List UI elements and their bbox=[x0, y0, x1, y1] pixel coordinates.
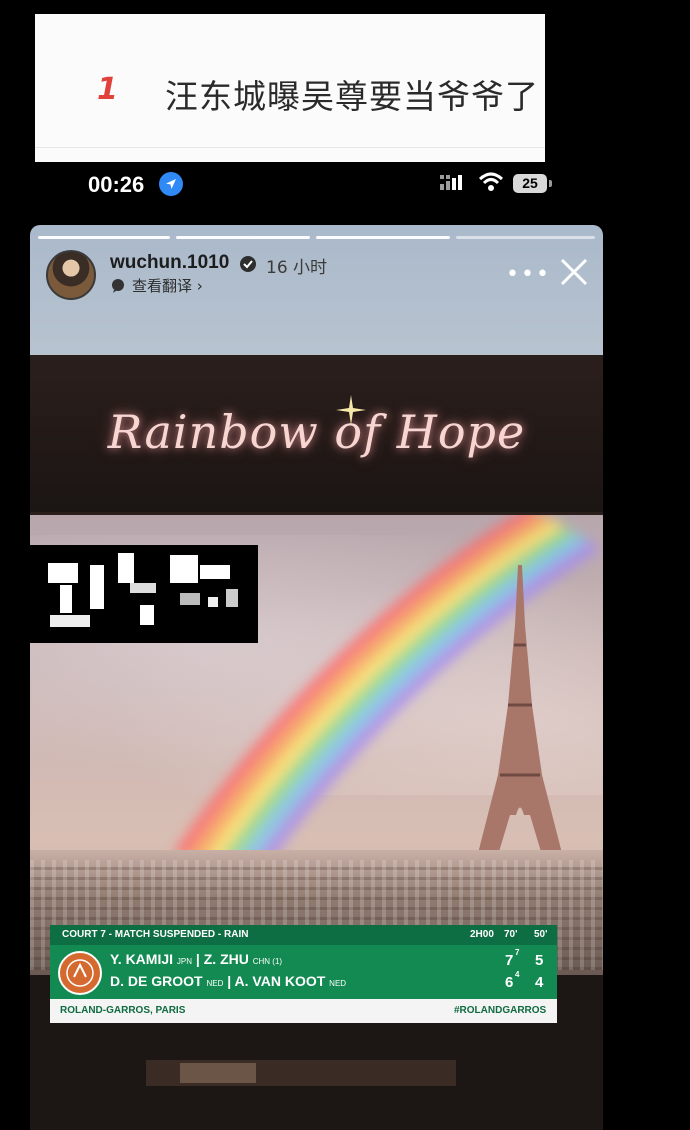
story-progress-segment bbox=[456, 236, 595, 239]
see-translation-link[interactable]: 查看翻译 › bbox=[110, 275, 203, 296]
team1-player2-country: CHN (1) bbox=[252, 957, 283, 966]
phone-screen: 00:26 25 wuchun.1010 16 小时 查看翻译 › ••• Ra… bbox=[30, 162, 603, 1130]
more-options-icon[interactable]: ••• bbox=[506, 262, 551, 287]
eiffel-tower bbox=[475, 565, 565, 865]
see-translation-label: 查看翻译 › bbox=[132, 277, 203, 295]
venue-label: ROLAND-GARROS, PARIS bbox=[60, 1005, 186, 1016]
trending-title[interactable]: 汪东城曝吴尊要当爷爷了 bbox=[165, 70, 539, 118]
signal-icon bbox=[440, 175, 462, 190]
verified-badge-icon bbox=[240, 256, 256, 272]
team2-row: D. DE GROOT NED | A. VAN KOOT NED bbox=[110, 973, 347, 989]
tv-stand-highlight bbox=[180, 1063, 256, 1083]
translate-bubble-icon bbox=[112, 278, 124, 293]
avatar[interactable] bbox=[46, 250, 96, 300]
divider bbox=[35, 147, 545, 148]
story-progress-segment bbox=[316, 236, 450, 239]
team2-player1-country: NED bbox=[206, 979, 224, 988]
trending-rank: 1 bbox=[97, 72, 118, 107]
scoreboard-body: Y. KAMIJI JPN | Z. ZHU CHN (1) D. DE GRO… bbox=[50, 945, 557, 999]
pixelation-pattern bbox=[48, 553, 238, 627]
status-time: 00:26 bbox=[88, 172, 145, 197]
story-posted-time: 16 小时 bbox=[266, 258, 328, 278]
team1-player1-country: JPN bbox=[176, 957, 193, 966]
team1-set1-score: 7 bbox=[505, 952, 514, 969]
close-icon[interactable] bbox=[559, 257, 589, 287]
team2-player1: D. DE GROOT bbox=[110, 973, 203, 989]
story-progress-segment bbox=[176, 236, 310, 239]
team1-player1: Y. KAMIJI bbox=[110, 951, 174, 967]
team2-set1-score: 6 bbox=[505, 974, 514, 991]
story-overlay-text: Rainbow of Hope bbox=[107, 405, 526, 459]
wifi-icon bbox=[478, 172, 504, 191]
team2-set2-score: 4 bbox=[535, 974, 544, 991]
story-username[interactable]: wuchun.1010 bbox=[110, 252, 229, 274]
scoreboard-header: COURT 7 - MATCH SUSPENDED - RAIN 2H00 70… bbox=[50, 925, 557, 945]
set1-time: 70' bbox=[504, 929, 518, 940]
set2-time: 50' bbox=[534, 929, 548, 940]
team1-set2-score: 5 bbox=[535, 952, 544, 969]
scoreboard-footer: ROLAND-GARROS, PARIS #ROLANDGARROS bbox=[50, 999, 557, 1023]
hashtag-label: #ROLANDGARROS bbox=[454, 1005, 547, 1016]
battery-cap bbox=[549, 180, 552, 187]
story-progress-segment bbox=[38, 236, 170, 239]
sparkle-icon bbox=[336, 395, 366, 425]
roland-garros-logo bbox=[58, 951, 102, 995]
team2-set1-tiebreak: 4 bbox=[515, 970, 520, 979]
location-arrow-icon bbox=[159, 172, 183, 196]
team2-player2-country: NED bbox=[329, 979, 347, 988]
tennis-scoreboard: COURT 7 - MATCH SUSPENDED - RAIN 2H00 70… bbox=[50, 925, 557, 1023]
team2-player2: A. VAN KOOT bbox=[234, 973, 326, 989]
trending-banner[interactable]: 1 汪东城曝吴尊要当爷爷了 bbox=[35, 14, 545, 162]
match-duration: 2H00 bbox=[470, 929, 494, 940]
match-status: COURT 7 - MATCH SUSPENDED - RAIN bbox=[62, 929, 249, 940]
redaction-block bbox=[30, 545, 258, 643]
team1-player2: Z. ZHU bbox=[203, 951, 249, 967]
battery-icon: 25 bbox=[513, 174, 547, 193]
story-viewer[interactable]: wuchun.1010 16 小时 查看翻译 › ••• Rainbow of … bbox=[30, 225, 603, 1130]
team1-set1-tiebreak: 7 bbox=[515, 948, 520, 957]
team1-row: Y. KAMIJI JPN | Z. ZHU CHN (1) bbox=[110, 951, 283, 967]
story-header: wuchun.1010 16 小时 查看翻译 › ••• bbox=[30, 225, 603, 355]
